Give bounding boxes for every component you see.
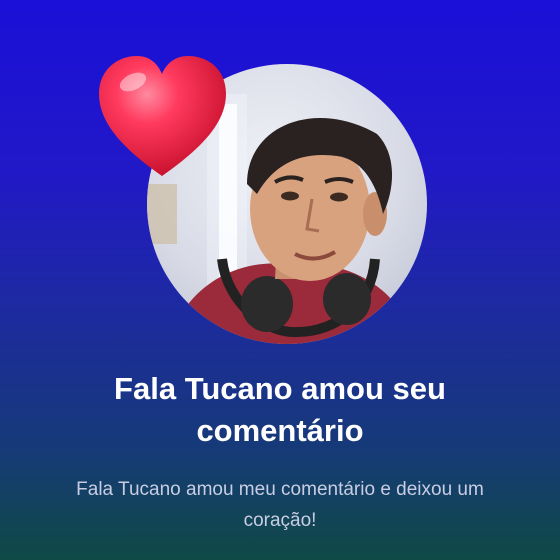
love-notification-card: Fala Tucano amou seu comentário Fala Tuc…: [0, 0, 560, 560]
notification-message: Fala Tucano amou meu comentário e deixou…: [76, 479, 484, 531]
heart-icon: [95, 52, 230, 182]
notification-title: Fala Tucano amou seu comentário: [114, 371, 446, 448]
